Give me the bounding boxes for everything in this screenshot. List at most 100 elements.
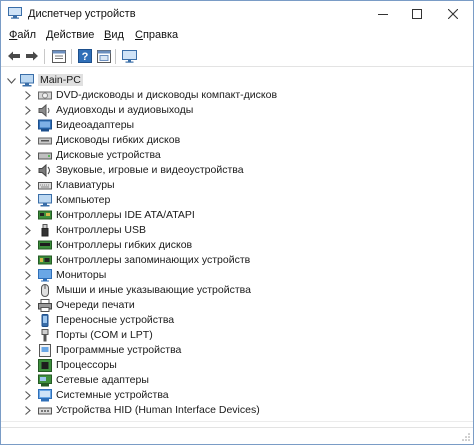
tree-item-label: Видеоадаптеры (56, 119, 135, 131)
menu-action[interactable]: Действие (46, 29, 94, 41)
close-icon (448, 9, 458, 19)
mouse-icon (41, 284, 49, 297)
tree-item-audio-io[interactable]: Аудиовходы и аудиовыходы (1, 103, 461, 118)
tree-root-label: Main-PC (38, 74, 83, 86)
tree-item-print-queues[interactable]: Очереди печати (1, 298, 461, 313)
computer-icon (38, 194, 52, 207)
tree-item-label: Очереди печати (56, 299, 135, 311)
help-button[interactable]: ? (77, 48, 93, 64)
chevron-right-icon[interactable] (23, 300, 33, 311)
tree-item-label: Звуковые, игровые и видеоустройства (56, 164, 244, 176)
back-button[interactable] (6, 48, 22, 64)
tree-item-ports[interactable]: Порты (COM и LPT) (1, 328, 461, 343)
view-button[interactable] (96, 48, 112, 64)
maximize-button[interactable] (399, 1, 435, 27)
ide-controller-icon (38, 210, 52, 220)
chevron-right-icon[interactable] (23, 105, 33, 116)
chevron-right-icon[interactable] (23, 270, 33, 281)
tree-item-label: Мыши и иные указывающие устройства (56, 284, 251, 296)
tree-item-label: Переносные устройства (56, 314, 175, 326)
device-manager-icon (8, 7, 22, 19)
chevron-right-icon[interactable] (23, 405, 33, 416)
tree-item-label: Сетевые адаптеры (56, 374, 149, 386)
tree-item-storage-controllers[interactable]: Контроллеры запоминающих устройств (1, 253, 461, 268)
system-device-icon (38, 389, 52, 402)
tree-item-label: Компьютер (56, 194, 111, 206)
tree-item-monitors[interactable]: Мониторы (1, 268, 461, 283)
tree-item-sound-devices[interactable]: Звуковые, игровые и видеоустройства (1, 163, 461, 178)
tree-item-floppy-drives[interactable]: Дисководы гибких дисков (1, 133, 461, 148)
device-manager-window: Диспетчер устройств Файл Действие Вид Сп… (0, 0, 474, 445)
forward-button[interactable] (24, 48, 40, 64)
properties-button[interactable] (51, 48, 67, 64)
chevron-right-icon[interactable] (23, 90, 33, 101)
chevron-right-icon[interactable] (23, 195, 33, 206)
tree-item-mice[interactable]: Мыши и иные указывающие устройства (1, 283, 461, 298)
tree-item-label: Программные устройства (56, 344, 182, 356)
tree-root-main-pc[interactable]: Main-PC (1, 73, 461, 88)
chevron-right-icon[interactable] (23, 240, 33, 251)
chevron-right-icon[interactable] (23, 360, 33, 371)
speaker-icon (38, 104, 50, 117)
chevron-right-icon[interactable] (23, 210, 33, 221)
tree-item-system-devices[interactable]: Системные устройства (1, 388, 461, 403)
floppy-controller-icon (38, 240, 52, 250)
forward-icon (26, 51, 38, 61)
tree-item-hid[interactable]: Устройства HID (Human Interface Devices) (1, 403, 461, 418)
chevron-right-icon[interactable] (23, 390, 33, 401)
tree-item-dvd[interactable]: DVD-дисководы и дисководы компакт-дисков (1, 88, 461, 103)
tree-item-label: Дисковые устройства (56, 149, 161, 161)
tree-item-keyboards[interactable]: Клавиатуры (1, 178, 461, 193)
chevron-right-icon[interactable] (23, 225, 33, 236)
chevron-right-icon[interactable] (23, 120, 33, 131)
minimize-icon (378, 14, 388, 15)
tree-item-network-adapters[interactable]: Сетевые адаптеры (1, 373, 461, 388)
chevron-right-icon[interactable] (23, 285, 33, 296)
tree-item-floppy-controllers[interactable]: Контроллеры гибких дисков (1, 238, 461, 253)
dvd-drive-icon (38, 91, 52, 100)
chevron-right-icon[interactable] (23, 135, 33, 146)
computer-icon (20, 74, 34, 87)
tree-item-label: Порты (COM и LPT) (56, 329, 153, 341)
port-icon (41, 329, 49, 342)
resize-grip-icon[interactable] (461, 432, 471, 442)
scan-hardware-button[interactable] (121, 48, 137, 64)
network-adapter-icon (38, 374, 52, 387)
close-button[interactable] (435, 1, 471, 27)
minimize-button[interactable] (365, 1, 401, 27)
tree-item-display-adapters[interactable]: Видеоадаптеры (1, 118, 461, 133)
chevron-down-icon[interactable] (6, 75, 16, 86)
floppy-drive-icon (38, 137, 52, 145)
tree-item-label: DVD-дисководы и дисководы компакт-дисков (56, 89, 278, 101)
sound-icon (38, 164, 50, 177)
menu-help[interactable]: Справка (135, 29, 178, 41)
window-title: Диспетчер устройств (28, 8, 136, 20)
title-bar[interactable]: Диспетчер устройств (1, 1, 473, 27)
chevron-right-icon[interactable] (23, 315, 33, 326)
tree-item-computer[interactable]: Компьютер (1, 193, 461, 208)
chevron-right-icon[interactable] (23, 330, 33, 341)
tree-item-usb-controllers[interactable]: Контроллеры USB (1, 223, 461, 238)
chevron-right-icon[interactable] (23, 165, 33, 176)
tree-item-software-devices[interactable]: Программные устройства (1, 343, 461, 358)
help-icon: ? (78, 49, 92, 63)
tree-item-disk-drives[interactable]: Дисковые устройства (1, 148, 461, 163)
tree-item-portable-devices[interactable]: Переносные устройства (1, 313, 461, 328)
tree-item-label: Мониторы (56, 269, 107, 281)
tree-item-label: Контроллеры IDE ATA/ATAPI (56, 209, 195, 221)
chevron-right-icon[interactable] (23, 345, 33, 356)
tree-item-label: Процессоры (56, 359, 117, 371)
tree-item-label: Контроллеры USB (56, 224, 146, 236)
tree-item-ide-controllers[interactable]: Контроллеры IDE ATA/ATAPI (1, 208, 461, 223)
menu-view[interactable]: Вид (104, 29, 124, 41)
storage-controller-icon (38, 255, 52, 265)
tree-item-label: Контроллеры запоминающих устройств (56, 254, 251, 266)
tree-item-processors[interactable]: Процессоры (1, 358, 461, 373)
vertical-scrollbar[interactable] (465, 68, 472, 418)
chevron-right-icon[interactable] (23, 255, 33, 266)
chevron-right-icon[interactable] (23, 180, 33, 191)
chevron-right-icon[interactable] (23, 375, 33, 386)
menu-file[interactable]: Файл (9, 29, 36, 41)
chevron-right-icon[interactable] (23, 150, 33, 161)
tree-item-label: Аудиовходы и аудиовыходы (56, 104, 194, 116)
